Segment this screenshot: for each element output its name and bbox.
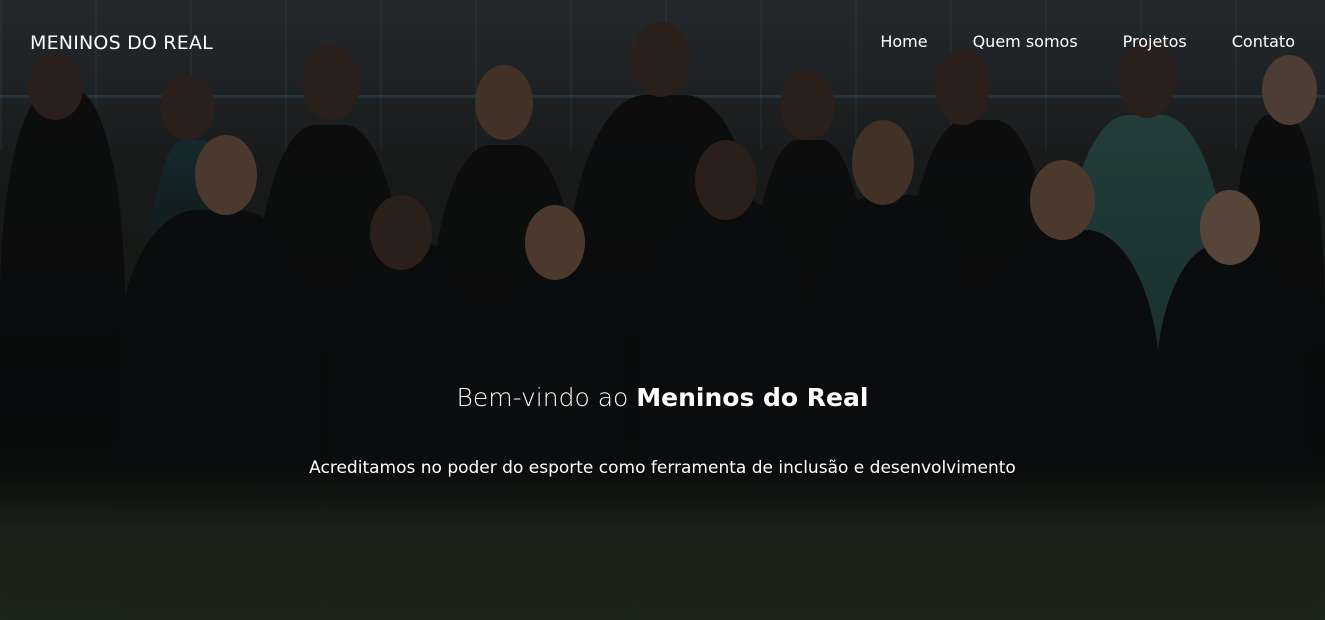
hero-title-emphasis: Meninos do Real [636, 383, 869, 412]
hero-section: MENINOS DO REAL Home Quem somos Projetos… [0, 0, 1325, 620]
main-nav: Home Quem somos Projetos Contato [880, 32, 1295, 51]
hero-title-prefix: Bem-vindo ao [456, 383, 629, 412]
nav-link-home[interactable]: Home [880, 32, 927, 51]
nav-link-contato[interactable]: Contato [1232, 32, 1295, 51]
brand-logo[interactable]: MENINOS DO REAL [30, 32, 213, 54]
nav-link-projetos[interactable]: Projetos [1123, 32, 1187, 51]
hero-title: Bem-vindo ao Meninos do Real [0, 383, 1325, 412]
dark-overlay [0, 0, 1325, 620]
nav-link-quem-somos[interactable]: Quem somos [973, 32, 1078, 51]
hero-subtitle: Acreditamos no poder do esporte como fer… [309, 458, 1016, 478]
